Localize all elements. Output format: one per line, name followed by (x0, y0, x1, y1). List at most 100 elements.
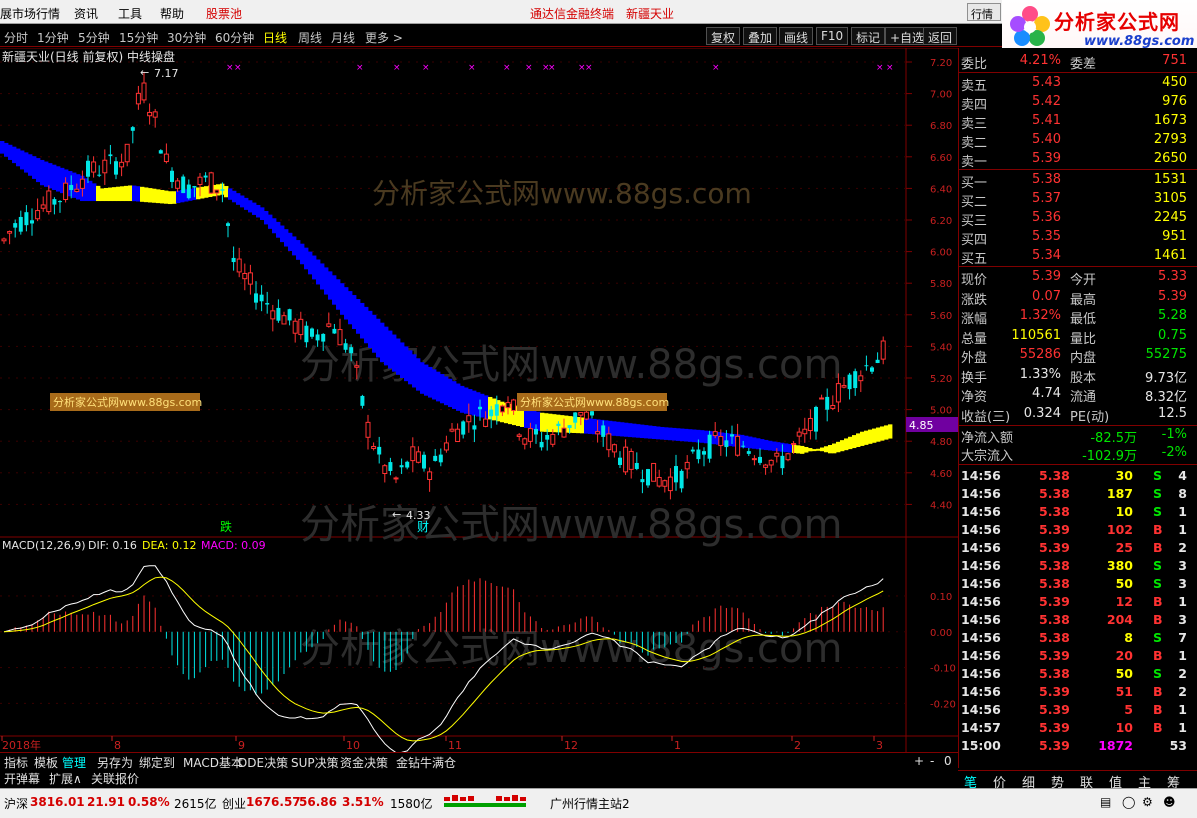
macd-name: MACD(12,26,9) (2, 539, 86, 552)
tick-time: 14:56 (961, 576, 1001, 591)
band-segment (52, 164, 57, 190)
candle-body (796, 431, 802, 437)
period-tab-weekly[interactable]: 周线 (298, 29, 322, 46)
band-segment (784, 443, 789, 453)
tick-side: B (1153, 522, 1163, 537)
menu-help[interactable]: 帮助 (160, 5, 184, 22)
tick-time: 14:56 (961, 522, 1001, 537)
candle-body (858, 375, 864, 382)
price-tick-label: 5.40 (930, 342, 952, 353)
buy-level-row[interactable]: 买一 5.38 1531 (959, 172, 1187, 191)
buy-level-row[interactable]: 买五 5.34 1461 (959, 248, 1187, 267)
sell-level-row[interactable]: 卖四 5.42 976 (959, 94, 1187, 113)
band-segment (236, 193, 241, 205)
tick-volume: 187 (1106, 486, 1133, 501)
zoom-out-button[interactable]: - (928, 754, 936, 768)
back-button[interactable]: 返回 (923, 27, 958, 45)
buy-level-price: 5.36 (1032, 210, 1061, 225)
clock-icon[interactable]: ◯ (1122, 795, 1135, 809)
band-segment (232, 190, 237, 203)
zoom-in-button[interactable]: + (912, 754, 926, 768)
candle-body (13, 223, 18, 228)
band-segment (48, 163, 53, 189)
sell-level-label: 卖四 (961, 98, 988, 113)
candle-body (343, 343, 348, 350)
candle-body (499, 405, 505, 413)
extra-tab[interactable]: 扩展∧ (47, 770, 84, 787)
tick-side: S (1153, 630, 1163, 645)
candle-body (152, 111, 158, 118)
settings-icon[interactable]: ⚙ (1142, 795, 1153, 809)
band-segment (620, 422, 625, 437)
flow-label: 净流入额 (961, 431, 1014, 446)
extra-tab[interactable]: 开弹幕 (2, 770, 42, 787)
period-tab-fenshi[interactable]: 分时 (4, 29, 28, 46)
tick-time: 14:56 (961, 468, 1001, 483)
period-tab-1min[interactable]: 1分钟 (37, 29, 69, 46)
draw-line-button[interactable]: 画线 (779, 27, 814, 45)
period-tab-30min[interactable]: 30分钟 (167, 29, 206, 46)
x-marker: × (468, 63, 476, 73)
sell-level-row[interactable]: 卖五 5.43 450 (959, 75, 1187, 94)
candle-body (46, 190, 52, 213)
band-segment (364, 306, 369, 344)
sell-level-row[interactable]: 卖二 5.40 2793 (959, 132, 1187, 151)
fuquan-button[interactable]: 复权 (706, 27, 741, 45)
band-segment (248, 200, 253, 213)
tick-price: 5.39 (1039, 684, 1070, 699)
reset-zoom-button[interactable]: 0 (942, 754, 954, 768)
trade-button[interactable]: 行情 (967, 3, 1001, 21)
sell-level-row[interactable]: 卖三 5.41 1673 (959, 113, 1187, 132)
stat-label: 现价 (961, 273, 988, 288)
mark-button[interactable]: 标记 (851, 27, 886, 45)
band-segment (16, 148, 21, 167)
band-segment (88, 180, 93, 202)
band-segment (628, 423, 633, 438)
buy-level-row[interactable]: 买四 5.35 951 (959, 229, 1187, 248)
candle-body (847, 374, 852, 390)
flower-logo-icon (1010, 6, 1050, 46)
period-tab-60min[interactable]: 60分钟 (215, 29, 254, 46)
period-tab-more[interactable]: 更多 > (365, 29, 403, 46)
candle-body (746, 451, 751, 454)
period-tab-15min[interactable]: 15分钟 (119, 29, 158, 46)
extra-tab[interactable]: 关联报价 (89, 770, 141, 787)
buy-level-row[interactable]: 买二 5.37 3105 (959, 191, 1187, 210)
stat-value: 5.39 (1032, 269, 1061, 284)
date-label: 1 (674, 739, 681, 752)
candle-body (108, 154, 113, 157)
band-segment (428, 366, 433, 398)
period-tab-monthly[interactable]: 月线 (331, 29, 355, 46)
user-icon[interactable]: ☻ (1163, 795, 1176, 809)
menu-market[interactable]: 展市场行情 (0, 5, 60, 22)
buy-level-row[interactable]: 买三 5.36 2245 (959, 210, 1187, 229)
candle-body (774, 452, 780, 457)
f10-button[interactable]: F10 (816, 27, 849, 45)
band-segment (668, 427, 673, 441)
candle-body (505, 402, 511, 409)
tick-volume: 50 (1115, 576, 1133, 591)
tick-price: 5.39 (1039, 522, 1070, 537)
speaker-icon[interactable]: ▤ (1100, 795, 1111, 809)
menu-stock-pool[interactable]: 股票池 (206, 5, 242, 22)
menu-tools[interactable]: 工具 (118, 5, 142, 22)
overlay-button[interactable]: 叠加 (743, 27, 778, 45)
tick-count: 1 (1178, 522, 1187, 537)
period-tab-daily[interactable]: 日线 (263, 29, 287, 46)
candle-body (550, 433, 556, 445)
tick-row: 14:56 5.39 102 B 1 (959, 522, 1187, 540)
tick-price: 5.39 (1039, 648, 1070, 663)
price-tick-label: 5.20 (930, 374, 952, 385)
sell-level-row[interactable]: 卖一 5.39 2650 (959, 151, 1187, 170)
band-segment (156, 189, 161, 204)
stat-label: 净资 (961, 390, 988, 405)
menu-news[interactable]: 资讯 (74, 5, 98, 22)
band-segment (228, 188, 233, 200)
period-tab-5min[interactable]: 5分钟 (78, 29, 110, 46)
buy-level-label: 买三 (961, 214, 988, 229)
buy-level-volume: 2245 (1153, 210, 1187, 225)
kline-chart[interactable]: 7.20 7.00 6.80 6.60 6.40 6.20 6.00 5.80 5.60 5.40… (0, 48, 958, 752)
candle-body (545, 435, 550, 440)
tick-row: 14:56 5.38 30 S 4 (959, 468, 1187, 486)
band-segment (8, 144, 13, 160)
